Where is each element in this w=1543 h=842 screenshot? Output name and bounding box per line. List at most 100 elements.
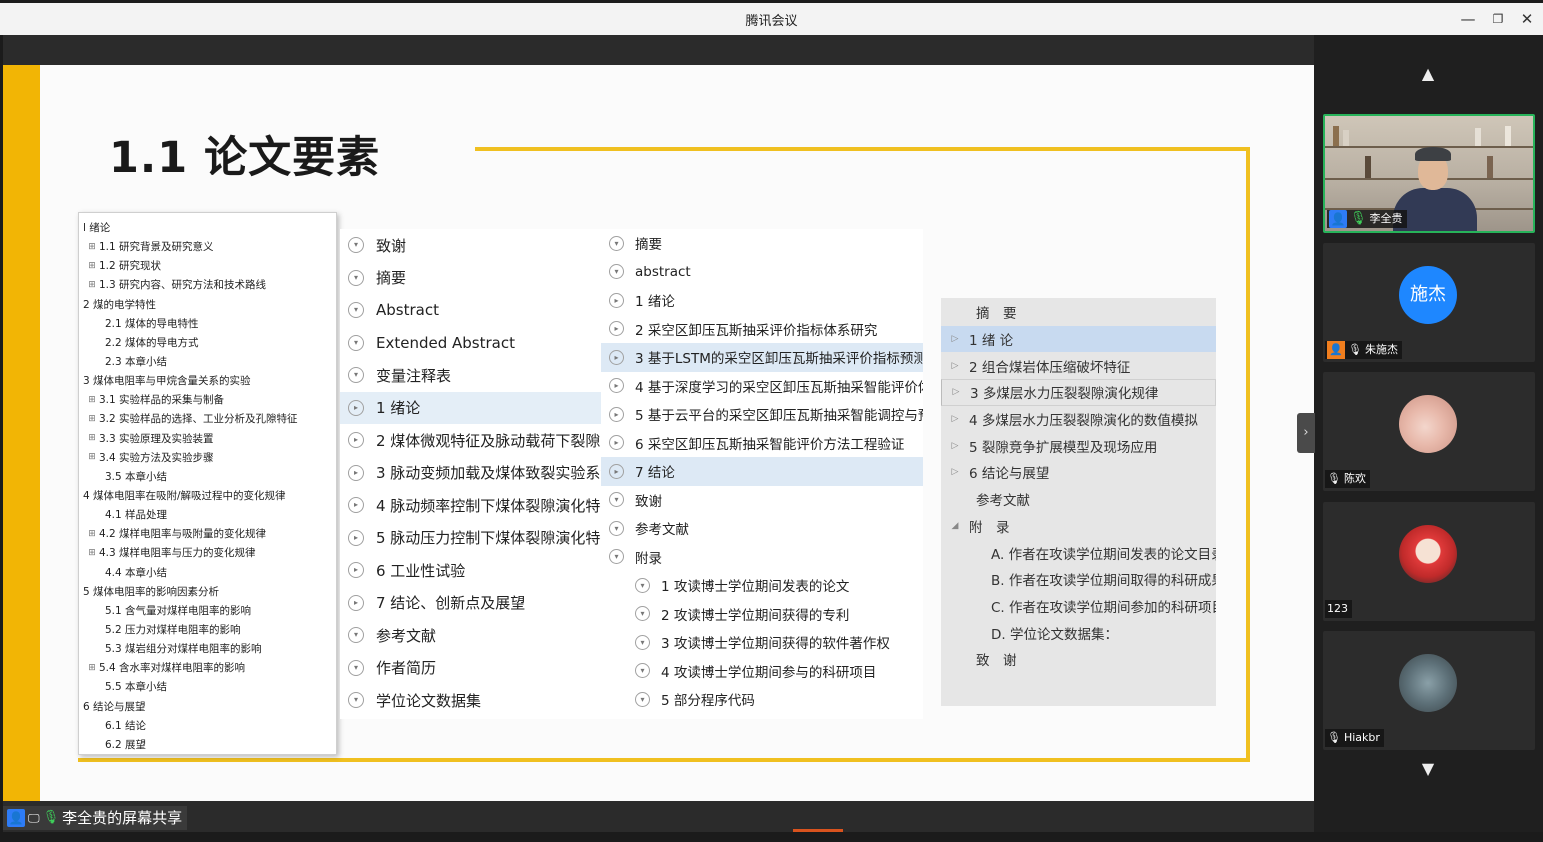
expand-circle-icon[interactable]: ▾ — [348, 367, 364, 384]
tree-item[interactable]: 3.5 本章小结 — [79, 467, 336, 486]
nav-item[interactable]: ▾ 变量注释表 — [340, 359, 602, 392]
tree-item[interactable]: 6 结论与展望 — [79, 697, 336, 716]
nav-sub-item[interactable]: ▾ 2 攻读博士学位期间获得的专利 — [601, 600, 923, 629]
close-button[interactable]: ✕ — [1514, 8, 1540, 30]
nav-item[interactable]: ▸ 1 绪论 — [601, 286, 923, 315]
tree-item[interactable]: 6.1 结论 — [79, 716, 336, 735]
nav-item-abstract[interactable]: 摘 要 — [941, 299, 1216, 326]
tree-item[interactable]: l 绪论 — [79, 218, 336, 237]
expand-circle-icon[interactable]: ▸ — [348, 432, 364, 449]
nav-item-references[interactable]: 参考文献 — [941, 486, 1216, 513]
expand-circle-icon[interactable]: ▸ — [609, 292, 624, 308]
expand-triangle-icon[interactable]: ▷ — [941, 414, 969, 424]
expand-circle-icon[interactable]: ▾ — [348, 269, 364, 286]
expand-circle-icon[interactable]: ▸ — [348, 399, 364, 416]
expand-plus-icon[interactable]: ⊞ — [87, 242, 97, 252]
nav-item[interactable]: ▸ 4 基于深度学习的采空区卸压瓦斯抽采智能评价体系 — [601, 372, 923, 401]
scroll-down-arrow-icon[interactable]: ▼ — [1418, 761, 1438, 777]
nav-item[interactable]: ▸ 1 绪论 — [340, 391, 602, 424]
tree-item[interactable]: 4 煤体电阻率在吸附/解吸过程中的变化规律 — [79, 486, 336, 505]
expand-triangle-icon[interactable]: ▷ — [941, 441, 969, 451]
expand-circle-icon[interactable]: ▸ — [609, 406, 624, 422]
tree-item[interactable]: 5.2 压力对煤样电阻率的影响 — [79, 620, 336, 639]
nav-item-appendix[interactable]: ◢ 附 录 — [941, 513, 1216, 540]
nav-item[interactable]: ▸ 5 基于云平台的采空区卸压瓦斯抽采智能调控与预警 — [601, 400, 923, 429]
nav-item[interactable]: ▸ 3 脉动变频加载及煤体致裂实验系统 — [340, 457, 602, 490]
nav-item-appendix-sub[interactable]: A. 作者在攻读学位期间发表的论文目录 — [941, 539, 1216, 566]
participant-tile[interactable]: 👤 🎙 李全贵 — [1323, 114, 1535, 233]
tree-item[interactable]: ⊞ 1.3 研究内容、研究方法和技术路线 — [79, 275, 336, 294]
expand-plus-icon[interactable]: ⊞ — [87, 663, 97, 673]
expand-circle-icon[interactable]: ▾ — [635, 634, 650, 650]
expand-circle-icon[interactable]: ▾ — [635, 691, 650, 707]
nav-item[interactable]: ▾ 摘要 — [340, 262, 602, 295]
nav-item[interactable]: ▸ 7 结论 — [601, 457, 923, 486]
nav-item-appendix-sub[interactable]: C. 作者在攻读学位期间参加的科研项目 — [941, 593, 1216, 620]
tree-item[interactable]: ⊞ 3.4 实验方法及实验步骤 — [79, 448, 336, 467]
tree-item[interactable]: ⊞ 1.2 研究现状 — [79, 256, 336, 275]
collapse-triangle-icon[interactable]: ◢ — [941, 521, 969, 531]
nav-item-thanks[interactable]: 致 谢 — [941, 646, 1216, 673]
expand-circle-icon[interactable]: ▾ — [609, 264, 624, 280]
tree-item[interactable]: ⊞ 3.1 实验样品的采集与制备 — [79, 390, 336, 409]
expand-circle-icon[interactable]: ▾ — [609, 235, 624, 251]
nav-item-appendix-sub[interactable]: B. 作者在攻读学位期间取得的科研成果 — [941, 566, 1216, 593]
nav-item[interactable]: ▾ 学位论文数据集 — [340, 684, 602, 717]
nav-item[interactable]: ▾ 致谢 — [601, 486, 923, 515]
expand-circle-icon[interactable]: ▾ — [348, 692, 364, 709]
nav-item[interactable]: ▸ 6 采空区卸压瓦斯抽采智能评价方法工程验证 — [601, 429, 923, 458]
nav-sub-item[interactable]: ▾ 1 攻读博士学位期间发表的论文 — [601, 571, 923, 600]
expand-plus-icon[interactable]: ⊞ — [87, 529, 97, 539]
nav-sub-item[interactable]: ▾ 5 部分程序代码 — [601, 685, 923, 714]
minimize-button[interactable]: — — [1455, 8, 1481, 30]
nav-item[interactable]: ▸ 6 工业性试验 — [340, 554, 602, 587]
expand-circle-icon[interactable]: ▾ — [635, 577, 650, 593]
expand-plus-icon[interactable]: ⊞ — [87, 433, 97, 443]
expand-triangle-icon[interactable]: ▷ — [941, 467, 969, 477]
expand-triangle-icon[interactable]: ▷ — [942, 387, 970, 397]
scroll-up-arrow-icon[interactable]: ▲ — [1418, 66, 1438, 82]
nav-item-chapter[interactable]: ▷ 5 裂隙竞争扩展模型及现场应用 — [941, 432, 1216, 459]
expand-circle-icon[interactable]: ▾ — [348, 302, 364, 319]
nav-item[interactable]: ▾ 附录 — [601, 543, 923, 572]
expand-circle-icon[interactable]: ▾ — [609, 549, 624, 565]
expand-circle-icon[interactable]: ▸ — [609, 378, 624, 394]
expand-circle-icon[interactable]: ▾ — [348, 627, 364, 644]
nav-sub-item[interactable]: ▾ 3 攻读博士学位期间获得的软件著作权 — [601, 628, 923, 657]
nav-item[interactable]: ▾ 致谢 — [340, 229, 602, 262]
tree-item[interactable]: 6.2 展望 — [79, 735, 336, 754]
expand-plus-icon[interactable]: ⊞ — [87, 280, 97, 290]
tree-item[interactable]: ⊞ 4.2 煤样电阻率与吸附量的变化规律 — [79, 524, 336, 543]
tree-item[interactable]: ⊞ 3.2 实验样品的选择、工业分析及孔隙特征 — [79, 409, 336, 428]
nav-item[interactable]: ▾ 作者简历 — [340, 652, 602, 685]
tree-item[interactable]: 4.1 样品处理 — [79, 505, 336, 524]
expand-circle-icon[interactable]: ▸ — [348, 464, 364, 481]
nav-item-chapter[interactable]: ▷ 1 绪 论 — [941, 325, 1216, 353]
participant-tile[interactable]: 🎙 陈欢 — [1323, 372, 1535, 491]
nav-item-chapter[interactable]: ▷ 6 结论与展望 — [941, 459, 1216, 486]
participant-tile[interactable]: 123 — [1323, 502, 1535, 621]
tree-item[interactable]: 2 煤的电学特性 — [79, 295, 336, 314]
tree-item[interactable]: 2.3 本章小结 — [79, 352, 336, 371]
collapse-sidebar-button[interactable]: › — [1297, 413, 1315, 453]
tree-item[interactable]: ⊞ 3.3 实验原理及实验装置 — [79, 429, 336, 448]
expand-circle-icon[interactable]: ▸ — [348, 562, 364, 579]
expand-circle-icon[interactable]: ▸ — [348, 594, 364, 611]
expand-circle-icon[interactable]: ▾ — [609, 492, 624, 508]
nav-item[interactable]: ▾ 摘要 — [601, 229, 923, 258]
tree-item[interactable]: 5 煤体电阻率的影响因素分析 — [79, 582, 336, 601]
expand-plus-icon[interactable]: ⊞ — [87, 548, 97, 558]
nav-item[interactable]: ▾ 参考文献 — [601, 514, 923, 543]
expand-plus-icon[interactable]: ⊞ — [87, 414, 97, 424]
tree-item[interactable]: ⊞ 4.3 煤样电阻率与压力的变化规律 — [79, 543, 336, 562]
expand-circle-icon[interactable]: ▸ — [609, 435, 624, 451]
nav-item[interactable]: ▸ 5 脉动压力控制下煤体裂隙演化特征 — [340, 522, 602, 555]
expand-circle-icon[interactable]: ▸ — [609, 321, 624, 337]
participant-tile[interactable]: 🎙 Hiakbr — [1323, 631, 1535, 750]
expand-circle-icon[interactable]: ▾ — [348, 334, 364, 351]
expand-circle-icon[interactable]: ▾ — [635, 663, 650, 679]
tree-item[interactable]: 4.4 本章小结 — [79, 563, 336, 582]
nav-item[interactable]: ▾ abstract — [601, 258, 923, 287]
expand-circle-icon[interactable]: ▾ — [609, 520, 624, 536]
restore-button[interactable]: ❐ — [1485, 8, 1511, 30]
